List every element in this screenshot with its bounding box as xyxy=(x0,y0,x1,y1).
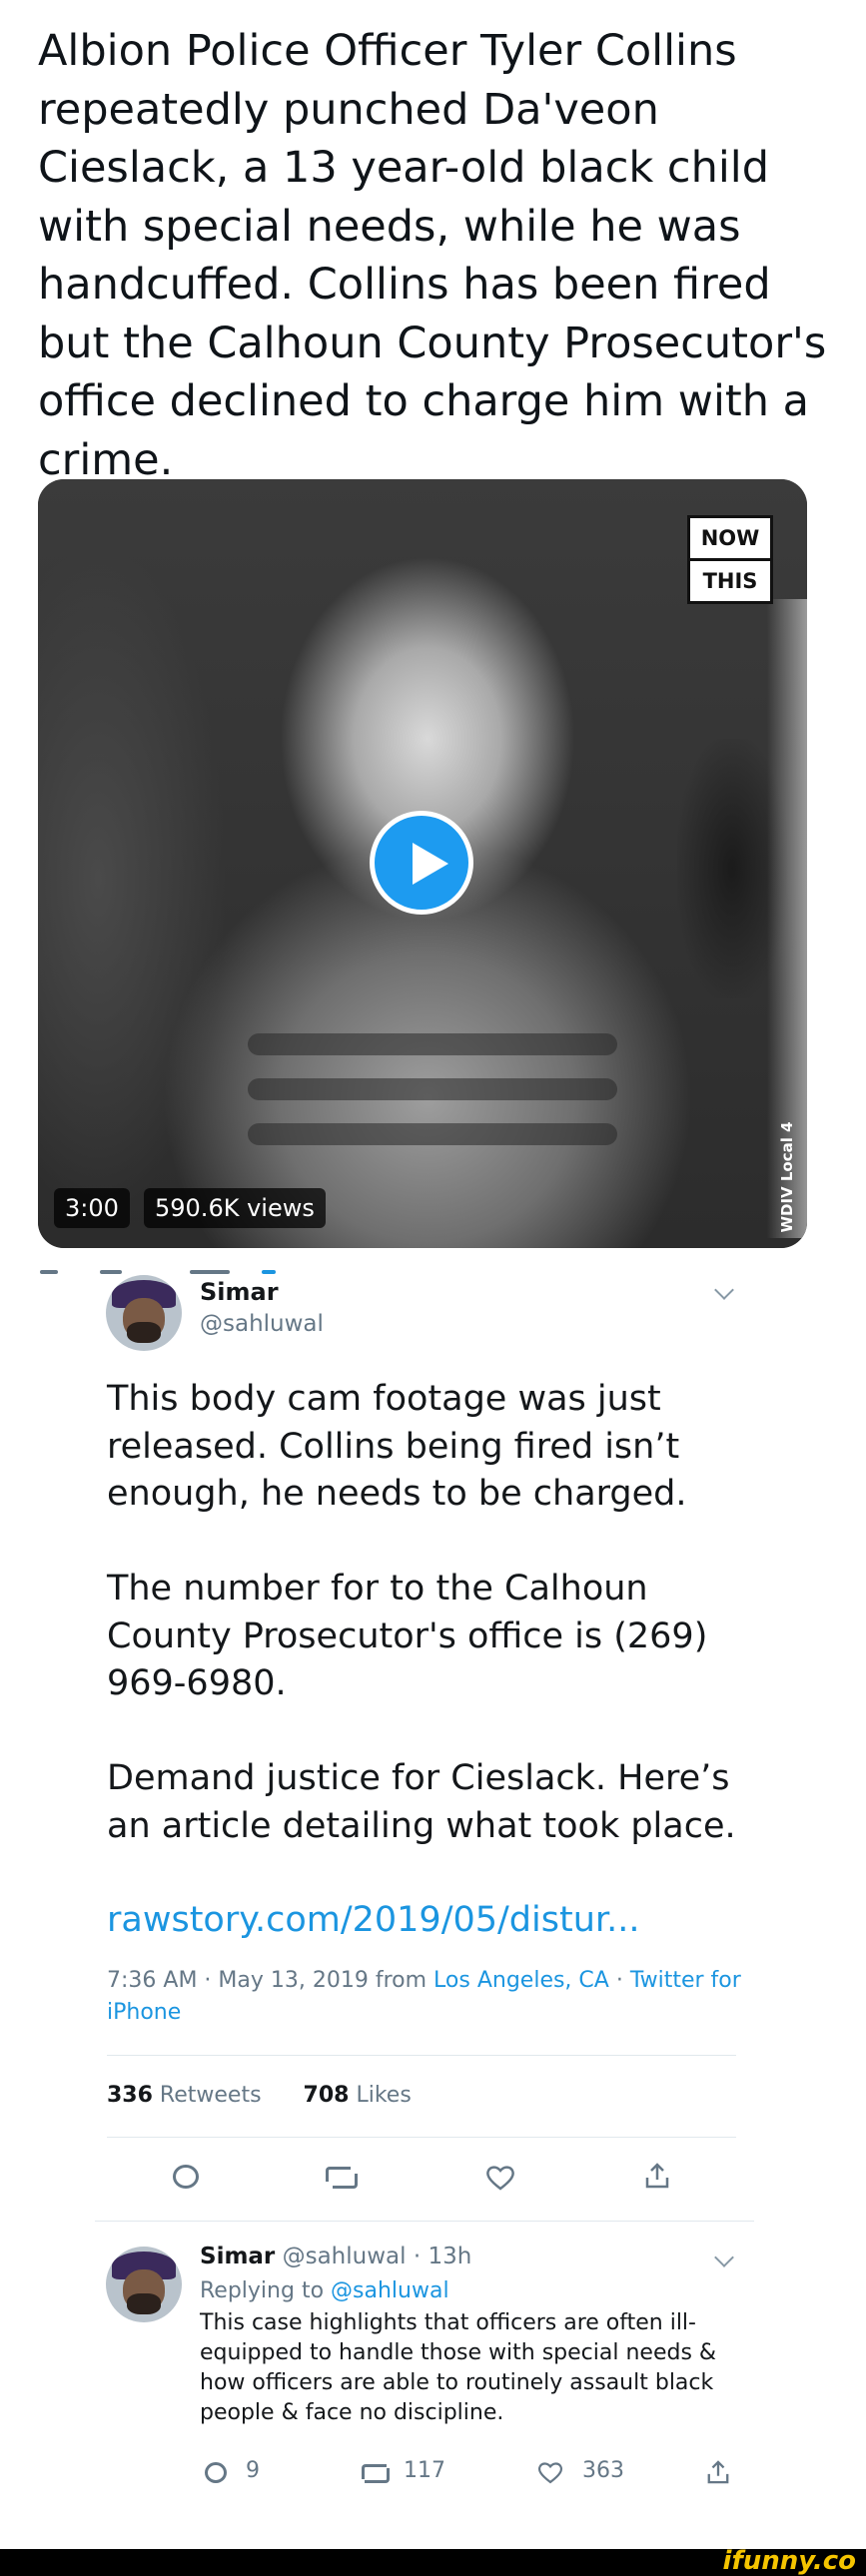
reply-author-name[interactable]: Simar xyxy=(200,2244,275,2269)
tweet-actions xyxy=(0,2157,866,2207)
likes-stat[interactable]: 708 Likes xyxy=(304,2083,412,2108)
nowthis-logo: NOW THIS xyxy=(687,515,773,604)
reply-time: · 13h xyxy=(406,2244,472,2269)
video-duration: 3:00 xyxy=(54,1188,130,1228)
replying-to: Replying to @sahluwal xyxy=(200,2278,449,2303)
chevron-down-icon[interactable] xyxy=(714,1280,734,1300)
chevron-down-icon[interactable] xyxy=(714,2248,734,2267)
retweet-icon[interactable] xyxy=(362,2464,390,2483)
tweet-author-name[interactable]: Simar xyxy=(200,1278,279,1306)
location-link[interactable]: Los Angeles, CA xyxy=(433,1968,609,1993)
post-headline: Albion Police Officer Tyler Collins repe… xyxy=(38,26,827,485)
ifunny-logo: ifunny.co xyxy=(722,2546,856,2576)
reply-author-handle[interactable]: @sahluwal xyxy=(283,2244,407,2269)
divider xyxy=(95,2221,754,2222)
reply-icon[interactable] xyxy=(205,2462,227,2483)
share-icon[interactable] xyxy=(706,2460,730,2484)
retweet-count: 117 xyxy=(404,2458,445,2483)
tweet-text: This body cam footage was just released.… xyxy=(107,1379,736,1846)
video-player[interactable]: NOW THIS WDIV Local 4 3:00 590.6K views xyxy=(38,479,807,1248)
reply-text: This case highlights that officers are o… xyxy=(200,2310,717,2425)
replying-to-link[interactable]: @sahluwal xyxy=(331,2278,449,2303)
heart-icon[interactable] xyxy=(537,2461,563,2484)
article-link[interactable]: rawstory.com/2019/05/distur... xyxy=(107,1900,639,1940)
reply-avatar[interactable] xyxy=(106,2247,182,2322)
share-icon[interactable] xyxy=(644,2163,670,2189)
divider xyxy=(107,2137,736,2138)
video-views: 590.6K views xyxy=(144,1188,326,1228)
tweet-stats: 336 Retweets 708 Likes xyxy=(107,2083,412,2108)
reply-count: 9 xyxy=(246,2458,260,2483)
reply-header: Simar @sahluwal · 13h xyxy=(200,2244,471,2269)
channel-watermark: WDIV Local 4 xyxy=(778,1121,796,1233)
retweets-stat[interactable]: 336 Retweets xyxy=(107,2083,262,2108)
tweet-metadata: 7:36 AM · May 13, 2019 from Los Angeles,… xyxy=(107,1968,741,2025)
heart-icon[interactable] xyxy=(485,2165,515,2191)
avatar[interactable] xyxy=(106,1275,182,1351)
reply-icon[interactable] xyxy=(173,2165,199,2189)
tweet-author-handle[interactable]: @sahluwal xyxy=(200,1311,324,1337)
divider xyxy=(107,2055,736,2056)
play-button-icon[interactable] xyxy=(370,811,473,915)
retweet-icon[interactable] xyxy=(326,2167,358,2189)
like-count: 363 xyxy=(582,2458,624,2483)
footer-bar: ifunny.co xyxy=(0,2546,866,2576)
